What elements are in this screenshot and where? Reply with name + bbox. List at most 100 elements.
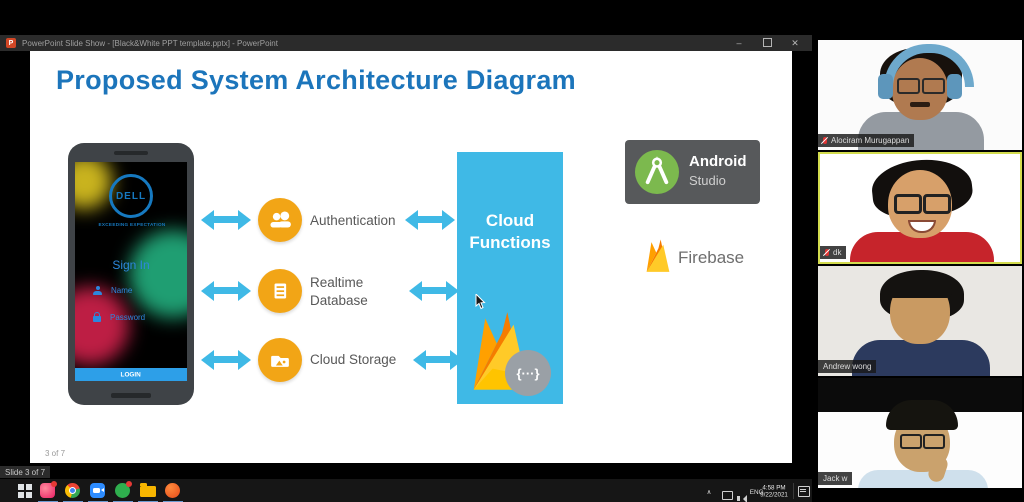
decor-blob-green	[129, 230, 187, 318]
phone-speaker	[114, 151, 148, 155]
action-center-icon[interactable]	[798, 486, 810, 497]
tray-display-icon[interactable]	[722, 487, 733, 502]
service-label-authentication: Authentication	[310, 212, 396, 230]
double-arrow-icon	[214, 356, 238, 363]
authentication-service-icon	[258, 198, 302, 242]
android-studio-logo: Android Studio	[625, 140, 760, 204]
mouse-cursor	[475, 294, 487, 310]
android-studio-label-2: Studio	[689, 173, 726, 188]
cloud-storage-service-icon	[258, 338, 302, 382]
green-app-icon	[115, 483, 130, 498]
muted-mic-icon	[825, 249, 829, 256]
taskbar-powerpoint[interactable]	[165, 483, 181, 499]
tray-chevron[interactable]: ∧	[707, 488, 712, 502]
close-button[interactable]: ✕	[784, 35, 806, 51]
android-studio-icon	[635, 150, 679, 194]
glasses-icon	[900, 434, 922, 449]
realtime-database-service-icon	[258, 269, 302, 313]
participant-name: dk	[833, 248, 841, 257]
functions-badge-text: {···}	[516, 366, 539, 381]
signin-heading: Sign In	[75, 258, 187, 272]
folder-icon	[140, 486, 156, 497]
windows-logo-icon	[18, 484, 32, 498]
name-field-label: Name	[111, 286, 132, 295]
start-button[interactable]	[17, 483, 33, 499]
phone-mockup: DELL EXCEEDING EXPECTATION Sign In Name …	[68, 143, 194, 405]
muted-mic-icon	[823, 137, 827, 144]
compass-icon	[640, 155, 674, 189]
restore-icon	[763, 38, 772, 47]
avatar-shape	[888, 272, 952, 298]
slideshow-status-overlay: Slide 3 of 7	[0, 466, 50, 478]
person-icon	[93, 286, 102, 295]
orange-app-icon	[165, 483, 180, 498]
phone-screen: DELL EXCEEDING EXPECTATION Sign In Name …	[75, 162, 187, 381]
decor-blob-yellow	[75, 162, 112, 209]
window-title: PowerPoint Slide Show - [Black&White PPT…	[22, 39, 722, 48]
phone-home-bar	[111, 393, 151, 398]
slide-title: Proposed System Architecture Diagram	[56, 65, 576, 96]
participant-tile-1[interactable]: Alociram Murugappan	[818, 40, 1022, 150]
cloud-functions-box: Cloud Functions {···}	[457, 152, 563, 404]
tray-time: 4:58 PM	[760, 484, 788, 491]
headphone-cup	[947, 74, 962, 99]
taskbar-app-2[interactable]	[115, 483, 131, 499]
titlebar[interactable]: P PowerPoint Slide Show - [Black&White P…	[0, 35, 812, 51]
taskbar-chrome[interactable]	[65, 483, 81, 499]
glasses-icon	[894, 194, 922, 214]
taskbar[interactable]: ∧ ENG 4:58 PM 9/22/2021	[0, 478, 812, 502]
taskbar-zoom[interactable]	[90, 483, 106, 499]
login-button-label: LOGIN	[121, 371, 141, 378]
service-label-cloud-storage: Cloud Storage	[310, 351, 396, 369]
glasses-icon	[922, 78, 945, 94]
firebase-logo-label: Firebase	[678, 248, 744, 268]
participant-name: Jack w	[823, 474, 847, 483]
pink-app-icon	[40, 483, 55, 498]
participant-nametag: Andrew wong	[818, 360, 876, 373]
glasses-icon	[923, 434, 945, 449]
participant-name: Alociram Murugappan	[831, 136, 909, 145]
double-arrow-icon	[422, 287, 446, 294]
speaker-icon	[737, 496, 740, 501]
password-field: Password	[93, 312, 145, 322]
taskbar-file-explorer[interactable]	[140, 483, 156, 499]
tray-date: 9/22/2021	[760, 491, 788, 498]
folder-icon	[265, 345, 295, 375]
participant-name: Andrew wong	[823, 362, 871, 371]
tray-speaker-icon[interactable]	[737, 488, 744, 502]
tray-clock[interactable]: 4:58 PM 9/22/2021	[760, 484, 788, 498]
dell-logo: DELL	[109, 174, 153, 218]
android-studio-label-1: Android	[689, 153, 747, 170]
restore-button[interactable]	[756, 34, 778, 52]
avatar-shape	[858, 470, 988, 488]
decor-blob-red	[75, 287, 129, 365]
glasses-icon	[897, 78, 920, 94]
double-arrow-icon	[426, 356, 450, 363]
participant-nametag: Alociram Murugappan	[818, 134, 914, 147]
participant-tile-3[interactable]: Andrew wong	[818, 266, 1022, 376]
slide-page-indicator: 3 of 7	[45, 449, 65, 458]
slide-canvas[interactable]: Proposed System Architecture Diagram DEL…	[30, 51, 792, 463]
participant-tile-2[interactable]: dk	[818, 152, 1022, 264]
powerpoint-icon: P	[6, 38, 16, 48]
name-field: Name	[93, 286, 132, 295]
double-arrow-icon	[418, 216, 442, 223]
lock-icon	[93, 316, 101, 322]
participant-tile-4[interactable]: Jack w	[818, 378, 1022, 488]
taskbar-app-1[interactable]	[40, 483, 56, 499]
people-icon	[265, 205, 295, 235]
participant-video-feed	[820, 154, 1020, 262]
chrome-icon	[65, 483, 80, 498]
headphone-cup	[878, 74, 893, 99]
meeting-window: P PowerPoint Slide Show - [Black&White P…	[0, 0, 1024, 502]
glasses-icon	[923, 194, 951, 214]
beanie-icon	[886, 400, 958, 430]
zoom-app-icon	[90, 483, 105, 498]
double-arrow-icon	[214, 287, 238, 294]
minimize-button[interactable]: –	[728, 35, 750, 51]
firebase-logo-icon	[644, 238, 672, 276]
participant-nametag: dk	[820, 246, 846, 259]
monitor-icon	[722, 491, 733, 500]
login-button: LOGIN	[75, 368, 187, 381]
password-field-label: Password	[110, 313, 145, 322]
